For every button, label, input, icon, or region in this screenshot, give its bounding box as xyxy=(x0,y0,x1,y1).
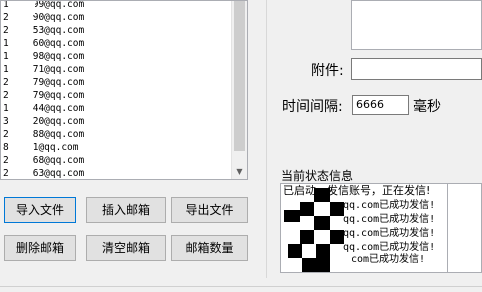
list-item[interactable]: 1 98@qq.com xyxy=(3,50,84,63)
list-item[interactable]: 1 60@qq.com xyxy=(3,37,84,50)
import-file-button[interactable]: 导入文件 xyxy=(4,197,76,223)
email-suffix: 60@qq.com xyxy=(32,38,85,49)
status-line: com已成功发信! xyxy=(351,254,426,265)
list-item[interactable]: 2 68@qq.com xyxy=(3,154,84,167)
list-item[interactable]: 2 79@qq.com xyxy=(3,76,84,89)
divider xyxy=(0,286,482,287)
list-item[interactable]: 8 1@qq.com xyxy=(3,141,79,154)
email-suffix: 99@qq.com xyxy=(32,0,85,10)
email-suffix: 90@qq.com xyxy=(32,12,85,23)
email-suffix: 79@qq.com xyxy=(32,90,85,101)
email-suffix: 53@qq.com xyxy=(32,25,85,36)
status-title: 当前状态信息 xyxy=(281,169,354,183)
clear-email-button[interactable]: 清空邮箱 xyxy=(86,235,166,261)
scroll-down-arrow-icon[interactable]: ▼ xyxy=(234,166,245,177)
email-suffix: 63@qq.com xyxy=(32,168,85,179)
redaction-block xyxy=(314,216,330,230)
attachment-field[interactable] xyxy=(351,58,482,80)
divider xyxy=(266,0,267,278)
email-count-button[interactable]: 邮箱数量 xyxy=(171,235,248,261)
export-file-button[interactable]: 导出文件 xyxy=(171,197,248,223)
interval-input[interactable]: 6666 xyxy=(352,95,409,115)
list-item[interactable]: 1 44@qq.com xyxy=(3,102,84,115)
status-log-edge xyxy=(448,183,482,273)
list-item[interactable]: 2 79@qq.com xyxy=(3,89,84,102)
list-item[interactable]: 1 71@qq.com xyxy=(3,63,84,76)
body-textarea[interactable] xyxy=(351,0,482,50)
list-scrollbar[interactable]: ▼ xyxy=(231,1,247,179)
email-suffix: 71@qq.com xyxy=(32,64,85,75)
redaction-block xyxy=(330,202,344,216)
redaction xyxy=(11,1,35,15)
interval-label: 时间间隔: xyxy=(282,99,343,115)
email-suffix: 79@qq.com xyxy=(32,77,85,88)
email-suffix: 98@qq.com xyxy=(32,51,85,62)
redaction-block xyxy=(284,210,300,222)
redaction-block xyxy=(300,202,314,216)
delete-email-button[interactable]: 删除邮箱 xyxy=(4,235,76,261)
email-list[interactable]: 1 99@qq.com 2 90@qq.com 2 53@qq.com 1 60@qq.… xyxy=(0,0,248,180)
scroll-thumb[interactable] xyxy=(234,1,245,151)
status-line: qq.com已成功发信! xyxy=(343,214,436,225)
interval-unit: 毫秒 xyxy=(413,99,441,115)
attachment-label: 附件: xyxy=(311,63,344,79)
redaction-block xyxy=(330,230,344,244)
status-line: 已启动，发信账号，正在发信! xyxy=(283,184,431,197)
redaction-block xyxy=(314,188,330,202)
email-suffix: 68@qq.com xyxy=(32,155,85,166)
list-item[interactable]: 2 63@qq.com xyxy=(3,167,85,179)
insert-email-button[interactable]: 插入邮箱 xyxy=(86,197,166,223)
status-line: qq.com已成功发信! xyxy=(343,200,436,211)
email-suffix: 44@qq.com xyxy=(32,103,85,114)
email-suffix: 1@qq.com xyxy=(32,142,79,153)
redaction-block xyxy=(302,258,330,272)
email-suffix: 20@qq.com xyxy=(32,116,85,127)
list-item[interactable]: 2 88@qq.com xyxy=(3,128,84,141)
status-line: qq.com已成功发信! xyxy=(343,228,436,239)
redaction-block xyxy=(288,244,302,258)
list-item[interactable]: 3 20@qq.com xyxy=(3,115,84,128)
redaction-block xyxy=(300,230,314,244)
email-suffix: 88@qq.com xyxy=(32,129,85,140)
list-item[interactable]: 2 53@qq.com xyxy=(3,24,84,37)
